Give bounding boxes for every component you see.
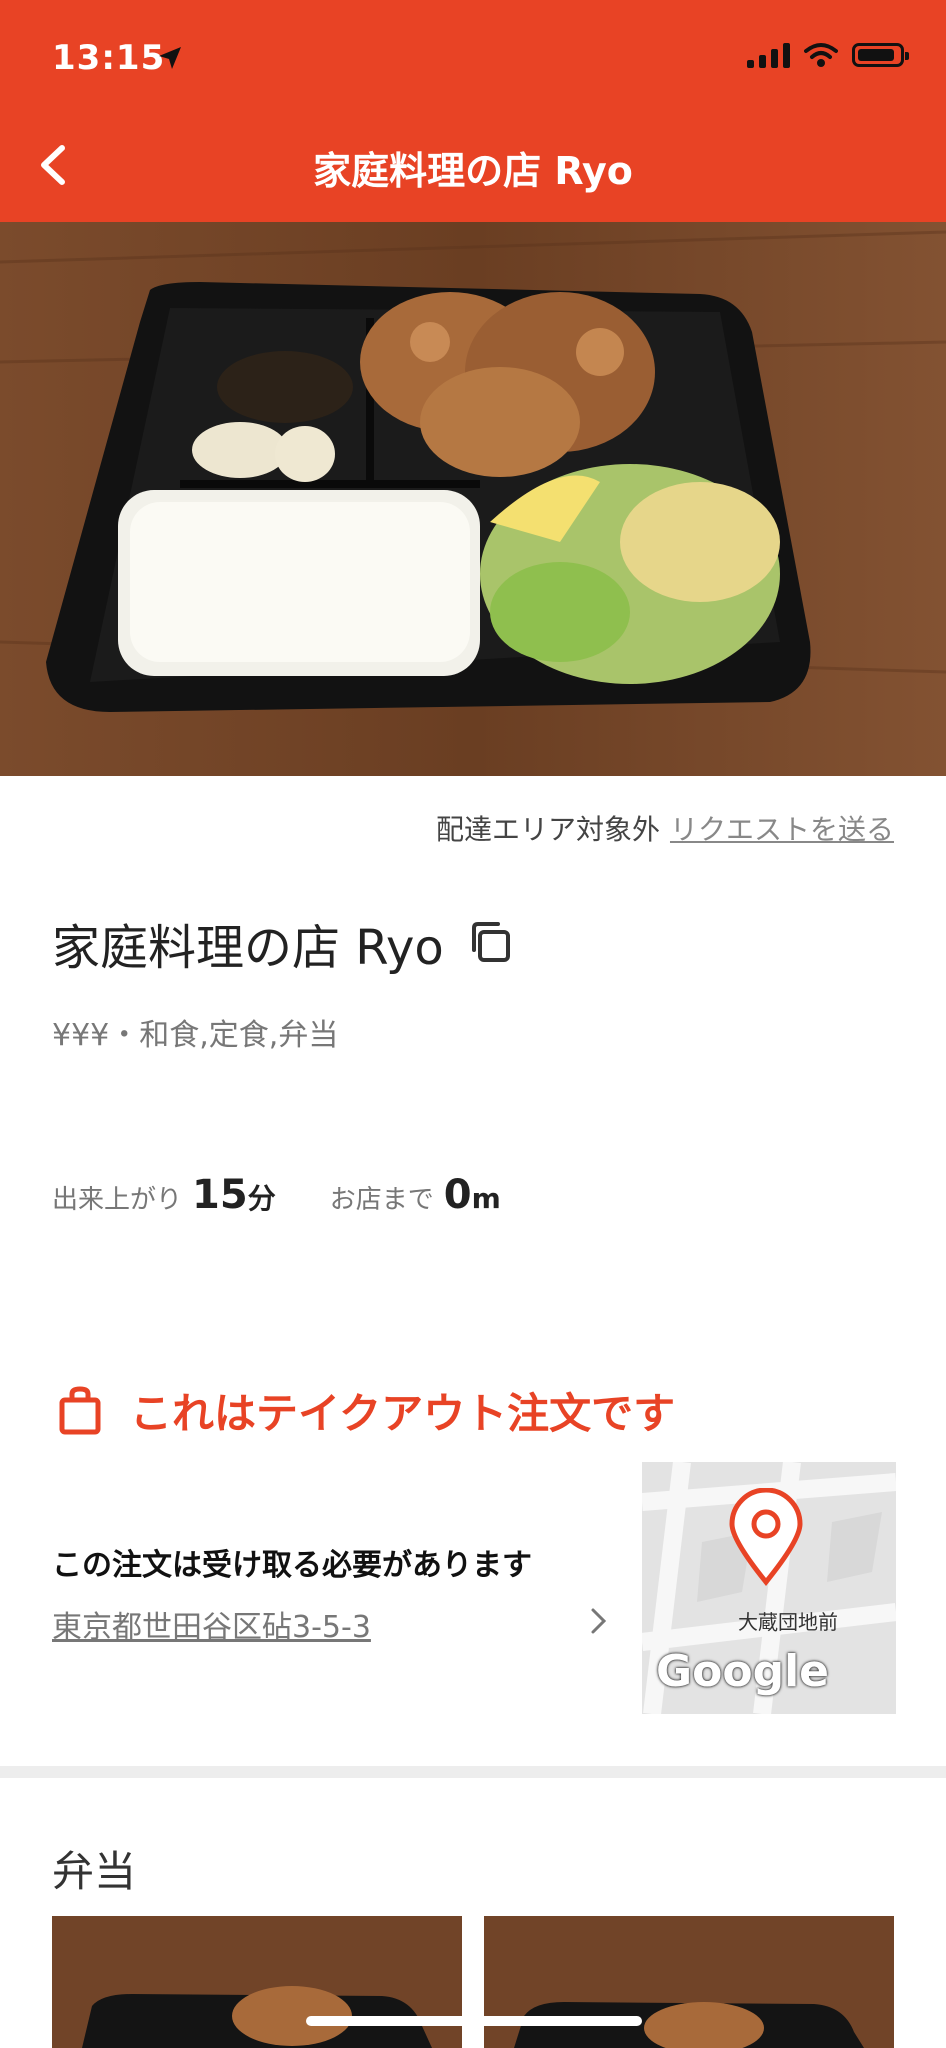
ready-time-label: 出来上がり — [52, 1185, 183, 1215]
google-logo: Google — [656, 1646, 829, 1697]
status-time: 13:15 — [52, 38, 166, 78]
ready-time-unit: 分 — [247, 1182, 276, 1215]
shopping-bag-icon — [59, 1385, 101, 1434]
distance-unit: m — [471, 1182, 501, 1215]
distance-value: 0 — [443, 1172, 472, 1218]
ready-time-value: 15 — [192, 1172, 248, 1218]
battery-icon — [852, 43, 909, 67]
home-indicator — [306, 2016, 642, 2026]
pickup-required-text: この注文は受け取る必要があります — [52, 1548, 532, 1583]
menu-item-image[interactable] — [484, 1916, 894, 2048]
wifi-icon — [804, 43, 838, 67]
cellular-signal-icon — [747, 42, 790, 68]
menu-item-image[interactable] — [52, 1916, 462, 2048]
header-title: 家庭料理の店 Ryo — [313, 149, 633, 193]
app-header: 13:15 家庭料理の店 Ryo — [0, 0, 946, 222]
distance-label: お店まで — [329, 1185, 434, 1215]
menu-section-title: 弁当 — [52, 1847, 137, 1896]
chevron-right-icon[interactable] — [588, 1606, 610, 1636]
store-hero-image — [0, 222, 946, 776]
map-place-label: 大蔵団地前 — [738, 1610, 838, 1634]
store-map[interactable]: 大蔵団地前 Google — [642, 1462, 896, 1714]
bento-photo — [0, 222, 946, 776]
delivery-area-note: 配達エリア対象外 リクエストを送る — [436, 808, 894, 848]
section-divider — [0, 1766, 946, 1778]
status-indicators — [747, 42, 909, 68]
location-arrow-icon — [159, 47, 181, 69]
menu-item-photo — [52, 1916, 462, 2048]
menu-item-photo — [484, 1916, 894, 2048]
send-request-link[interactable]: リクエストを送る — [670, 813, 894, 846]
takeout-banner: これはテイクアウト注文です — [58, 1380, 675, 1441]
store-name: 家庭料理の店 Ryo — [52, 920, 444, 976]
store-stats: 出来上がり 15 分 お店まで 0 m — [52, 1172, 501, 1218]
map-pin-icon — [729, 1488, 803, 1586]
delivery-unavailable-text: 配達エリア対象外 — [435, 813, 660, 846]
pickup-address-link[interactable]: 東京都世田谷区砧3-5-3 — [52, 1602, 371, 1646]
copy-icon[interactable] — [466, 918, 514, 966]
takeout-banner-text: これはテイクアウト注文です — [130, 1389, 676, 1438]
store-meta: ¥¥¥・和食,定食,弁当 — [52, 1018, 339, 1053]
